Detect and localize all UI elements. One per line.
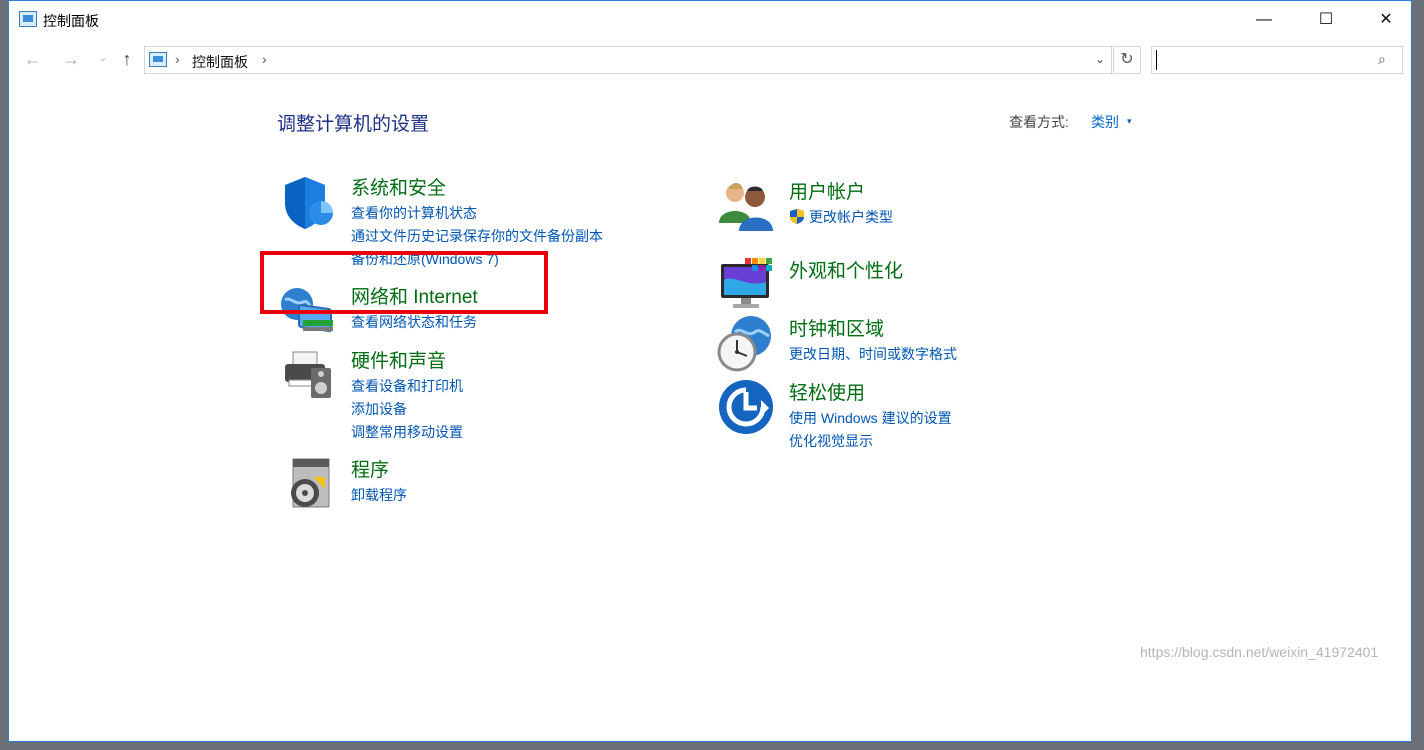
view-by-dropdown[interactable]: 类别: [1091, 112, 1119, 132]
category-title-user-accounts[interactable]: 用户帐户: [789, 177, 865, 204]
view-by-caret-icon[interactable]: ▾: [1127, 116, 1132, 127]
link-optimize-visual-display[interactable]: 优化视觉显示: [789, 430, 952, 453]
link-backup-restore[interactable]: 备份和还原(Windows 7): [351, 248, 603, 271]
category-links-clock-region: 更改日期、时间或数字格式: [789, 343, 957, 366]
link-use-recommended-settings[interactable]: 使用 Windows 建议的设置: [789, 407, 952, 430]
category-title-programs[interactable]: 程序: [351, 455, 389, 482]
refresh-icon[interactable]: ↻: [1113, 46, 1141, 74]
link-view-computer-status[interactable]: 查看你的计算机状态: [351, 202, 603, 225]
up-arrow-icon[interactable]: ↑: [115, 47, 139, 71]
category-clock-region: 时钟和区域 更改日期、时间或数字格式: [717, 314, 1117, 374]
main-content: 调整计算机的设置 查看方式: 类别 ▾ 系统和安全 查看你的计算机状态 通过文件…: [9, 81, 1411, 741]
link-add-device[interactable]: 添加设备: [351, 398, 463, 421]
control-panel-icon: [149, 52, 167, 67]
watermark-text: https://blog.csdn.net/weixin_41972401: [1140, 644, 1379, 660]
control-panel-window: 控制面板 — ☐ ✕ ← → ⌄ ↑ › 控制面板 › ⌄ ↻ ⌕ 调整计算机的…: [8, 0, 1412, 742]
link-uninstall-program[interactable]: 卸载程序: [351, 484, 407, 507]
programs-disc-icon[interactable]: [279, 455, 337, 513]
category-links-programs: 卸载程序: [351, 484, 407, 507]
page-heading: 调整计算机的设置: [277, 114, 430, 135]
close-button[interactable]: ✕: [1363, 1, 1409, 39]
address-bar[interactable]: › 控制面板 › ⌄: [144, 46, 1112, 74]
category-title-network-internet[interactable]: 网络和 Internet: [351, 282, 478, 309]
link-mobility-settings[interactable]: 调整常用移动设置: [351, 421, 463, 444]
breadcrumb-separator-icon[interactable]: ›: [262, 51, 267, 67]
maximize-button[interactable]: ☐: [1303, 1, 1349, 39]
change-account-type-label[interactable]: 更改帐户类型: [809, 209, 893, 225]
category-title-system-security[interactable]: 系统和安全: [351, 173, 446, 200]
users-icon[interactable]: [717, 177, 775, 235]
category-links-ease-of-access: 使用 Windows 建议的设置 优化视觉显示: [789, 407, 952, 453]
search-input[interactable]: [1156, 50, 1366, 70]
window-title: 控制面板: [43, 13, 99, 29]
category-ease-of-access: 轻松使用 使用 Windows 建议的设置 优化视觉显示: [717, 378, 1117, 458]
breadcrumb-separator-icon[interactable]: ›: [175, 51, 180, 67]
back-arrow-icon[interactable]: ←: [21, 47, 45, 71]
minimize-button[interactable]: —: [1241, 1, 1287, 39]
search-box[interactable]: ⌕: [1151, 46, 1403, 74]
recent-locations-chevron-icon[interactable]: ⌄: [91, 47, 115, 71]
link-view-network-status[interactable]: 查看网络状态和任务: [351, 311, 477, 334]
category-links-network-internet: 查看网络状态和任务: [351, 311, 477, 334]
control-panel-icon: [19, 11, 37, 27]
category-system-security: 系统和安全 查看你的计算机状态 通过文件历史记录保存你的文件备份副本 备份和还原…: [279, 173, 679, 273]
category-links-system-security: 查看你的计算机状态 通过文件历史记录保存你的文件备份副本 备份和还原(Windo…: [351, 202, 603, 271]
shield-icon[interactable]: [279, 173, 337, 231]
address-dropdown-icon[interactable]: ⌄: [1095, 52, 1105, 66]
category-title-clock-region[interactable]: 时钟和区域: [789, 314, 884, 341]
category-title-appearance-personalization[interactable]: 外观和个性化: [789, 256, 903, 283]
link-change-account-type[interactable]: 更改帐户类型: [789, 206, 893, 229]
category-title-ease-of-access[interactable]: 轻松使用: [789, 378, 865, 405]
category-user-accounts: 用户帐户 更改帐户类型: [717, 177, 1117, 237]
link-file-history-backup[interactable]: 通过文件历史记录保存你的文件备份副本: [351, 225, 603, 248]
category-hardware-sound: 硬件和声音 查看设备和打印机 添加设备 调整常用移动设置: [279, 346, 679, 446]
search-icon[interactable]: ⌕: [1378, 51, 1386, 68]
category-appearance-personalization: 外观和个性化: [717, 256, 1117, 316]
clock-globe-icon[interactable]: [717, 314, 775, 372]
view-by-label: 查看方式:: [1009, 114, 1069, 130]
uac-shield-icon: [790, 209, 804, 224]
network-globe-icon[interactable]: [279, 282, 337, 340]
category-network-internet: 网络和 Internet 查看网络状态和任务: [279, 282, 679, 342]
link-change-date-time-format[interactable]: 更改日期、时间或数字格式: [789, 343, 957, 366]
link-view-devices-printers[interactable]: 查看设备和打印机: [351, 375, 463, 398]
title-bar[interactable]: 控制面板 — ☐ ✕: [9, 1, 1411, 39]
category-title-hardware-sound[interactable]: 硬件和声音: [351, 346, 446, 373]
forward-arrow-icon[interactable]: →: [59, 47, 83, 71]
navigation-bar: ← → ⌄ ↑ › 控制面板 › ⌄ ↻ ⌕: [9, 45, 1411, 75]
monitor-palette-icon[interactable]: [717, 256, 775, 314]
category-links-user-accounts: 更改帐户类型: [789, 206, 893, 229]
printer-speaker-icon[interactable]: [279, 346, 337, 404]
category-programs: 程序 卸载程序: [279, 455, 679, 515]
category-links-hardware-sound: 查看设备和打印机 添加设备 调整常用移动设置: [351, 375, 463, 444]
ease-of-access-icon[interactable]: [717, 378, 775, 436]
breadcrumb-control-panel[interactable]: 控制面板: [192, 52, 248, 72]
